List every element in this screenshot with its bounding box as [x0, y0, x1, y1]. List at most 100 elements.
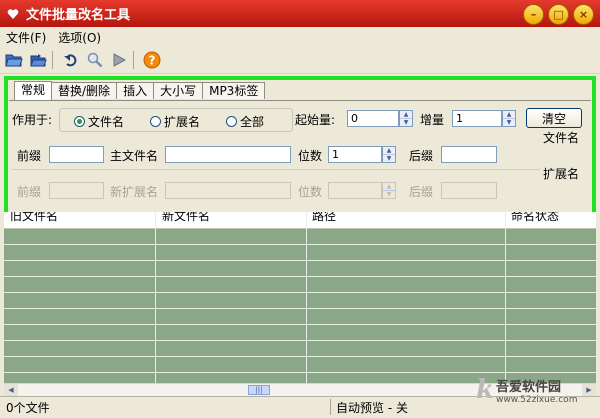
main-name-input[interactable]: [165, 146, 291, 163]
prefix-input[interactable]: [49, 146, 104, 163]
status-divider: [330, 399, 331, 415]
file-list-header: 旧文件名 新文件名 路径 命名状态: [4, 212, 596, 229]
grid-row-line: [4, 260, 596, 261]
grid-column-line: [505, 212, 506, 383]
column-path[interactable]: 路径: [312, 212, 336, 224]
ext-suffix-label: 后缀: [409, 185, 434, 199]
start-spinner[interactable]: ▲ ▼: [399, 110, 413, 127]
menu-file[interactable]: 文件(F): [0, 29, 52, 46]
run-icon: [113, 53, 126, 67]
search-button[interactable]: [85, 50, 105, 70]
help-icon: ?: [143, 51, 161, 69]
grid-column-line: [306, 212, 307, 383]
tab-general[interactable]: 常规: [14, 81, 53, 100]
extension-section-label: 扩展名: [543, 167, 580, 181]
clear-button[interactable]: 清空: [526, 108, 582, 128]
file-list[interactable]: 旧文件名 新文件名 路径 命名状态: [4, 212, 596, 383]
suffix-label: 后缀: [409, 149, 434, 163]
clear-label: 清空: [541, 111, 566, 126]
grid-row-line: [4, 292, 596, 293]
general-tab-panel: 作用于: 文件名 扩展名 全部 起始量: 0 ▲ ▼ 增量 1 ▲ ▼ 清空 文件名…: [9, 100, 591, 211]
ext-prefix-input: [49, 182, 104, 199]
search-icon: [87, 52, 103, 68]
maximize-icon: □: [553, 8, 564, 21]
grid-column-line: [155, 212, 156, 383]
increment-spinner[interactable]: ▲ ▼: [502, 110, 516, 127]
apply-to-label: 作用于:: [12, 113, 53, 127]
grid-row-line: [4, 244, 596, 245]
auto-preview-status: 自动预览 - 关: [336, 401, 408, 415]
scroll-thumb[interactable]: |||: [248, 385, 270, 395]
minimize-button[interactable]: –: [523, 4, 544, 25]
digits-label: 位数: [298, 149, 323, 163]
radio-extension-label: 扩展名: [164, 115, 201, 129]
tab-case[interactable]: 大小写: [153, 82, 204, 99]
ext-digits-spinner: ▲ ▼: [382, 182, 396, 199]
grid-row-line: [4, 356, 596, 357]
filename-section-label: 文件名: [543, 131, 580, 145]
menu-options[interactable]: 选项(O): [52, 29, 107, 46]
column-new-name[interactable]: 新文件名: [162, 212, 210, 224]
run-button[interactable]: [109, 50, 129, 70]
ext-prefix-label: 前缀: [17, 185, 42, 199]
close-icon: ×: [578, 8, 589, 21]
minimize-icon: –: [530, 8, 537, 21]
toolbar-separator: [52, 51, 53, 69]
radio-filename[interactable]: 文件名: [74, 113, 124, 130]
radio-filename-circle: [74, 116, 85, 127]
settings-panel: 常规 替换/删除 插入 大小写 MP3标签 作用于: 文件名 扩展名 全部 起始…: [4, 76, 596, 217]
radio-extension-circle: [150, 116, 161, 127]
app-heart-icon: [6, 7, 20, 21]
open-folder-icon: [5, 54, 23, 67]
toolbar-separator: [133, 51, 134, 69]
suffix-input[interactable]: [441, 146, 497, 163]
column-status[interactable]: 命名状态: [511, 212, 559, 224]
maximize-button[interactable]: □: [548, 4, 569, 25]
scroll-left-button[interactable]: ◀: [4, 384, 18, 396]
grid-row-line: [4, 340, 596, 341]
new-extension-label: 新扩展名: [110, 185, 159, 199]
start-label: 起始量:: [295, 113, 336, 127]
grid-row-line: [4, 324, 596, 325]
column-old-name[interactable]: 旧文件名: [10, 212, 58, 224]
grid-row-line: [4, 276, 596, 277]
apply-to-group: 文件名 扩展名 全部: [59, 108, 293, 132]
undo-button[interactable]: [61, 50, 81, 70]
radio-all-label: 全部: [240, 115, 265, 129]
toolbar: ?: [0, 47, 600, 74]
grid-row-line: [4, 308, 596, 309]
increment-input[interactable]: 1: [452, 110, 502, 127]
open-files-button[interactable]: [28, 50, 48, 70]
radio-all-circle: [226, 116, 237, 127]
undo-icon: [64, 54, 77, 67]
open-files-icon: [30, 54, 47, 67]
tab-insert[interactable]: 插入: [116, 82, 155, 99]
prefix-label: 前缀: [17, 149, 42, 163]
watermark-url: www.52zixue.com: [496, 394, 578, 405]
close-button[interactable]: ×: [573, 4, 594, 25]
menu-bar: 文件(F) 选项(O): [0, 27, 600, 47]
ext-digits-input: [328, 182, 382, 199]
section-divider: [12, 169, 540, 170]
watermark: k 吾爱软件园 www.52zixue.com: [476, 364, 598, 416]
window-title: 文件批量改名工具: [26, 8, 131, 23]
ext-digits-label: 位数: [298, 185, 323, 199]
digits-spinner[interactable]: ▲ ▼: [382, 146, 396, 163]
ext-suffix-input: [441, 182, 497, 199]
watermark-logo: k: [476, 375, 495, 405]
radio-filename-label: 文件名: [88, 115, 125, 129]
digits-input[interactable]: 1: [328, 146, 382, 163]
open-folder-button[interactable]: [4, 50, 24, 70]
tab-replace-delete[interactable]: 替换/删除: [51, 82, 118, 99]
radio-all[interactable]: 全部: [226, 113, 264, 130]
radio-extension[interactable]: 扩展名: [150, 113, 200, 130]
svg-text:?: ?: [149, 54, 156, 68]
tab-strip: 常规 替换/删除 插入 大小写 MP3标签: [14, 81, 266, 100]
start-input[interactable]: 0: [347, 110, 399, 127]
tab-mp3-tags[interactable]: MP3标签: [202, 82, 266, 99]
new-extension-input: [165, 182, 291, 199]
title-bar: 文件批量改名工具 – □ ×: [0, 0, 600, 27]
arrow-left-icon: ◀: [8, 386, 14, 394]
help-button[interactable]: ?: [142, 50, 162, 70]
main-name-label: 主文件名: [110, 149, 159, 163]
